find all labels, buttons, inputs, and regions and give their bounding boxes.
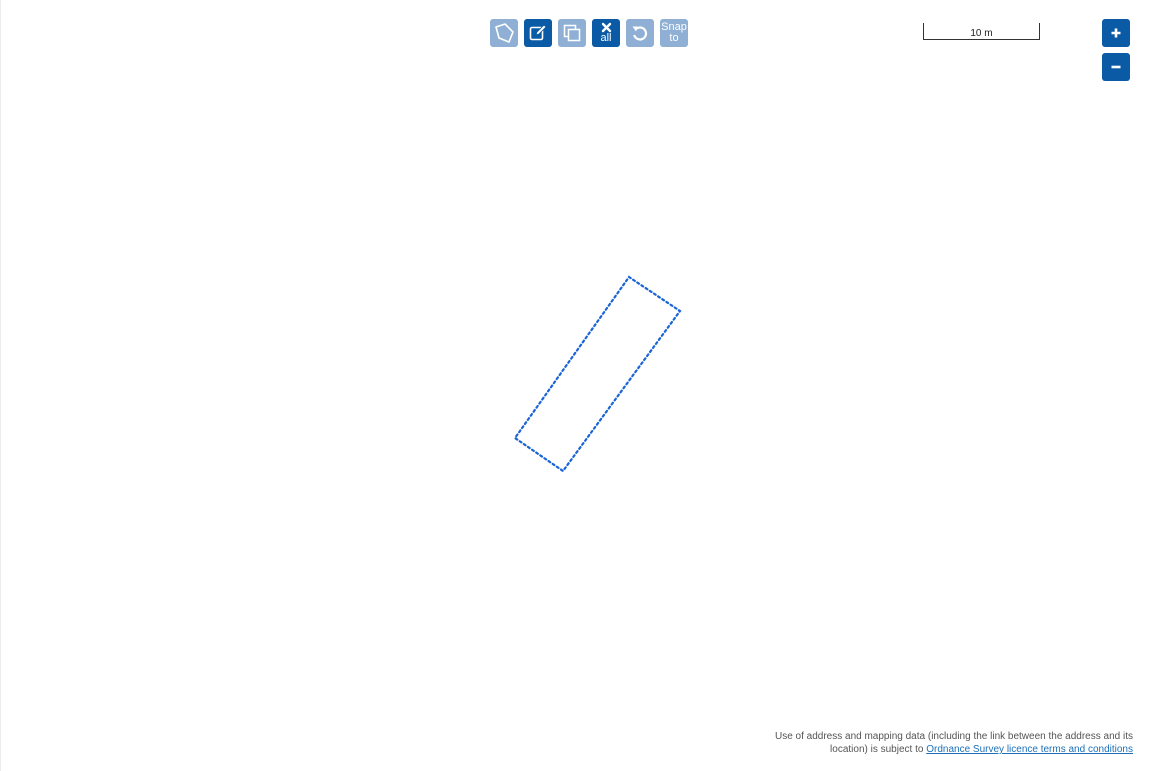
map-canvas[interactable]: all Snap to 10 m Use of address and mapp…	[0, 0, 1150, 771]
site-boundary-polygon[interactable]	[513, 275, 682, 473]
os-licence-link[interactable]: Ordnance Survey licence terms and condit…	[926, 744, 1133, 755]
map-attribution: Use of address and mapping data (includi…	[773, 730, 1133, 756]
feature-layer	[513, 275, 682, 473]
